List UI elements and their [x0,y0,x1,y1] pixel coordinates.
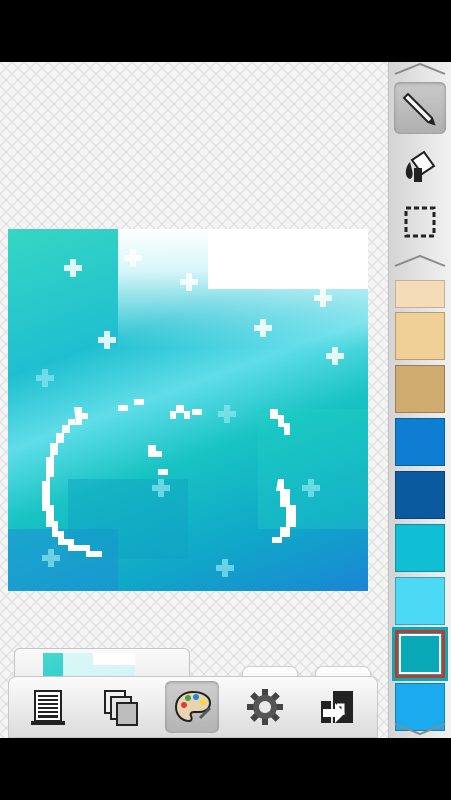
layers-list-icon [31,690,65,725]
bottom-toolbar [8,676,378,738]
palette-swatch[interactable] [395,471,445,519]
navigation-bar-area [0,738,451,800]
export-icon [321,691,353,723]
selection-marquee-icon [404,206,436,238]
layers-button[interactable] [21,681,75,733]
drawing-workspace[interactable] [0,62,388,742]
palette-swatch[interactable] [395,524,445,572]
gear-icon [247,689,283,725]
pixel-canvas[interactable] [8,229,368,591]
fill-tool-button[interactable] [394,140,446,192]
frames-copy-icon [104,690,138,726]
palette-swatch-partial[interactable] [395,280,445,308]
paint-bucket-icon [405,150,436,182]
chevron-down-icon[interactable] [389,722,451,736]
chevron-up-icon[interactable] [389,62,451,76]
palette-icon [174,690,212,723]
status-bar-area [0,0,451,62]
selection-tool-button[interactable] [394,196,446,248]
palette-swatch[interactable] [395,577,445,625]
palette-swatch[interactable] [395,418,445,466]
export-button[interactable] [309,681,363,733]
chevron-up-icon[interactable] [389,254,451,268]
pencil-tool-button[interactable] [394,82,446,134]
tool-sidebar [388,62,451,738]
pencil-icon [402,92,436,126]
palette-swatch[interactable] [395,630,445,678]
palette-swatch[interactable] [395,312,445,360]
palette-swatch[interactable] [395,365,445,413]
pixel-art [8,229,368,591]
frames-button[interactable] [93,681,147,733]
settings-button[interactable] [237,681,291,733]
palette-button[interactable] [165,681,219,733]
